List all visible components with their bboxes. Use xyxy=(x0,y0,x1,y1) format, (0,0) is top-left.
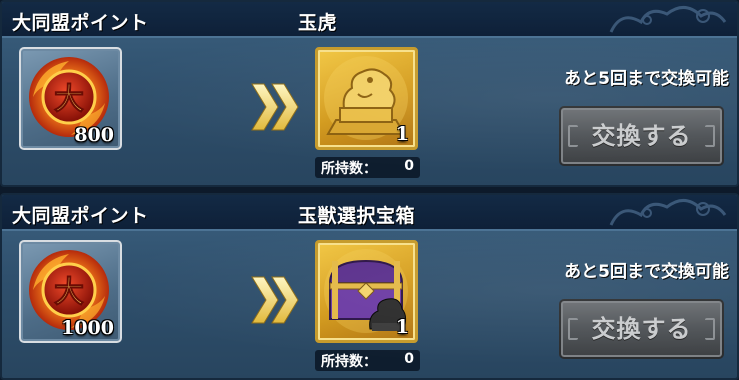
cost-quantity: 800 xyxy=(74,124,114,146)
exchange-button-label: 交換する xyxy=(591,315,692,343)
owned-count: 0 xyxy=(404,351,414,367)
reward-name: 玉獣選択宝箱 xyxy=(298,205,416,227)
reward-quantity: 1 xyxy=(395,123,409,145)
cost-item-alliance-points[interactable]: 大 1000 xyxy=(19,240,122,343)
reward-quantity: 1 xyxy=(395,316,409,338)
owned-count-box: 所持数： 0 xyxy=(315,157,420,178)
remaining-exchanges-text: あと5回まで交換可能 xyxy=(564,262,729,282)
button-bracket-right xyxy=(705,318,715,340)
double-chevron-right-icon xyxy=(251,83,299,131)
cost-quantity: 1000 xyxy=(61,317,114,339)
cloud-ornament-icon xyxy=(609,6,727,33)
button-bracket-left xyxy=(568,125,578,147)
owned-label: 所持数： xyxy=(321,354,377,370)
button-bracket-right xyxy=(705,125,715,147)
row-header: 大同盟ポイント 玉虎 xyxy=(2,2,737,38)
exchange-row-1: 大同盟ポイント 玉虎 大 800 1 所持数： 0 あと5回まで交換可能 交換す… xyxy=(0,0,739,187)
owned-label: 所持数： xyxy=(321,161,377,177)
cloud-ornament-icon xyxy=(609,199,727,226)
exchange-row-2: 大同盟ポイント 玉獣選択宝箱 大 1000 1 所持数： 0 あと5回まで交換可… xyxy=(0,193,739,380)
currency-label: 大同盟ポイント xyxy=(12,205,149,227)
currency-label: 大同盟ポイント xyxy=(12,12,149,34)
exchange-button-label: 交換する xyxy=(591,122,692,150)
owned-count: 0 xyxy=(404,158,414,174)
remaining-exchanges-text: あと5回まで交換可能 xyxy=(564,69,729,89)
reward-name: 玉虎 xyxy=(298,12,338,34)
reward-item-jade-tiger[interactable]: 1 xyxy=(315,47,418,150)
exchange-button[interactable]: 交換する xyxy=(559,299,724,359)
owned-count-box: 所持数： 0 xyxy=(315,350,420,371)
cost-item-alliance-points[interactable]: 大 800 xyxy=(19,47,122,150)
double-chevron-right-icon xyxy=(251,276,299,324)
button-bracket-left xyxy=(568,318,578,340)
svg-text:大: 大 xyxy=(54,82,84,117)
row-header: 大同盟ポイント 玉獣選択宝箱 xyxy=(2,195,737,231)
exchange-button[interactable]: 交換する xyxy=(559,106,724,166)
svg-text:大: 大 xyxy=(54,275,84,310)
reward-item-beast-chest[interactable]: 1 xyxy=(315,240,418,343)
